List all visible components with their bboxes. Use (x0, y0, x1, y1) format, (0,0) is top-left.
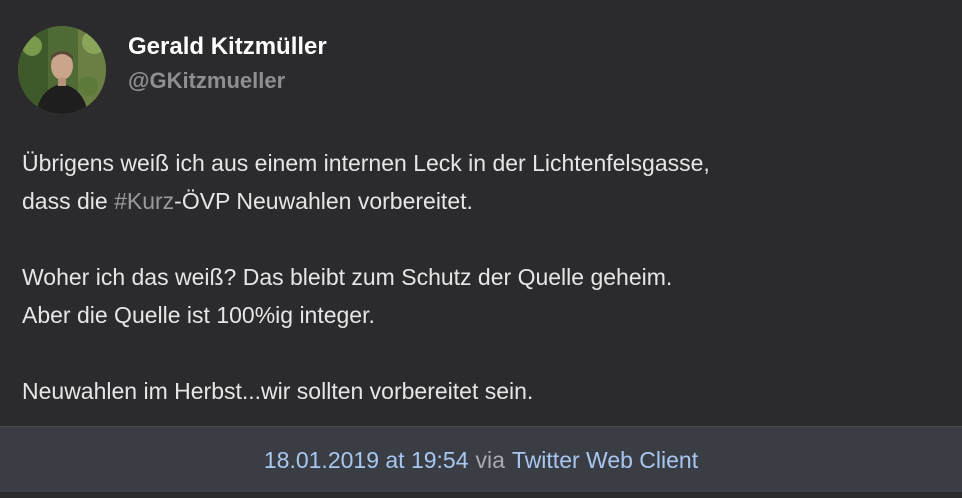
author-display-name[interactable]: Gerald Kitzmüller (128, 32, 327, 62)
tweet-line: Neuwahlen im Herbst...wir sollten vorber… (22, 378, 534, 404)
tweet-card: Gerald Kitzmüller @GKitzmueller Übrigens… (0, 0, 962, 498)
tweet-paragraph: Woher ich das weiß? Das bleibt zum Schut… (22, 258, 942, 334)
author-names: Gerald Kitzmüller @GKitzmueller (128, 32, 327, 96)
tweet-line: -ÖVP Neuwahlen vorbereitet. (174, 188, 473, 214)
client-link[interactable]: Twitter Web Client (512, 447, 698, 474)
tweet-paragraph: Übrigens weiß ich aus einem internen Lec… (22, 144, 942, 220)
via-label: via (475, 446, 505, 473)
bottom-divider (0, 492, 962, 498)
tweet-paragraph: Neuwahlen im Herbst...wir sollten vorber… (22, 372, 942, 410)
tweet-header: Gerald Kitzmüller @GKitzmueller (18, 26, 327, 114)
timestamp-link[interactable]: 18.01.2019 at 19:54 (264, 447, 469, 474)
tweet-line: Übrigens weiß ich aus einem internen Lec… (22, 150, 710, 176)
tweet-text: Übrigens weiß ich aus einem internen Lec… (22, 144, 942, 410)
tweet-line: dass die (22, 188, 115, 214)
tweet-line: Woher ich das weiß? Das bleibt zum Schut… (22, 264, 673, 290)
hashtag-link[interactable]: #Kurz (114, 188, 174, 214)
avatar[interactable] (18, 26, 106, 114)
tweet-footer: 18.01.2019 at 19:54 via Twitter Web Clie… (0, 426, 962, 493)
tweet-line: Aber die Quelle ist 100%ig integer. (22, 302, 375, 328)
author-handle[interactable]: @GKitzmueller (128, 66, 327, 96)
